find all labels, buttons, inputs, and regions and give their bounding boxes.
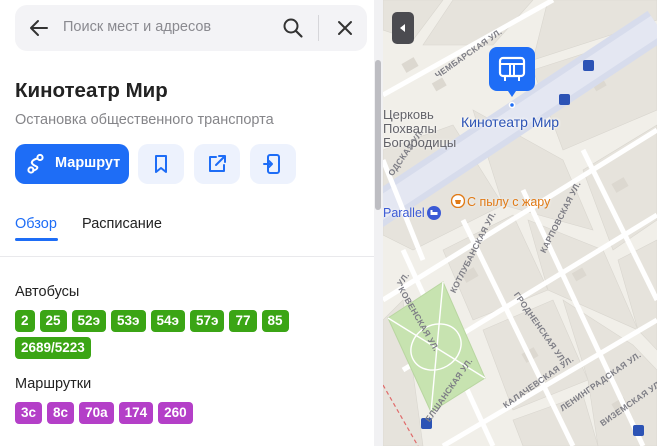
minibus-route-chip[interactable]: 70а [79,402,114,424]
search-bar[interactable]: Поиск мест и адресов [15,5,367,51]
share-icon [209,155,226,172]
place-panel: Поиск мест и адресов Кинотеатр Мир Остан… [0,0,383,446]
chevron-left-icon [400,24,405,32]
minibus-route-chip[interactable]: 260 [158,402,193,424]
hotel-label[interactable]: Parallel [383,206,425,220]
search-input[interactable]: Поиск мест и адресов [63,19,211,35]
stop-label[interactable]: Кинотеатр Мир [461,114,559,130]
place-title: Кинотеатр Мир [15,79,168,102]
search-icon[interactable] [281,16,305,40]
cafe-icon[interactable] [451,194,465,208]
collapse-panel-button[interactable] [392,12,414,44]
hotel-icon[interactable] [427,206,441,220]
panel-scrollbar-thumb[interactable] [375,60,381,210]
bus-route-chip[interactable]: 54э [150,310,185,332]
bookmark-button[interactable] [138,144,184,184]
place-subtitle: Остановка общественного транспорта [15,112,274,128]
minibus-route-chip[interactable]: 174 [118,402,154,424]
transit-stop-pin-icon[interactable] [489,47,535,109]
bus-route-chip[interactable]: 2689/5223 [15,337,91,359]
tab-schedule[interactable]: Расписание [82,216,162,232]
search-divider [318,15,319,41]
route-icon [27,153,44,174]
minibuses-label: Маршрутки [15,376,92,392]
bus-route-chip[interactable]: 52э [71,310,107,332]
route-button[interactable]: Маршрут [15,144,129,184]
active-tab-indicator [15,238,58,241]
bus-route-chip[interactable]: 25 [39,310,67,332]
tabs-divider [0,256,383,257]
bus-route-chip[interactable]: 77 [229,310,257,332]
buses-label: Автобусы [15,284,80,300]
church-label[interactable]: Церковь Похвалы Богородицы [383,108,463,150]
tab-overview[interactable]: Обзор [15,216,57,232]
minibus-routes-list: 3с 8с 70а 174 260 [15,402,315,424]
bookmark-icon [155,155,167,173]
bus-route-chip[interactable]: 57э [190,310,225,332]
send-to-phone-button[interactable] [250,144,296,184]
bus-routes-list: 2 25 52э 53э 54э 57э 77 85 2689/5223 [15,310,315,359]
back-arrow-icon[interactable] [27,16,51,40]
minibus-route-chip[interactable]: 8с [47,402,75,424]
bus-route-chip[interactable]: 85 [261,310,289,332]
close-icon[interactable] [333,16,357,40]
bus-route-chip[interactable]: 2 [15,310,35,332]
phone-icon [263,154,280,174]
route-button-label: Маршрут [55,155,121,171]
cafe-label[interactable]: С пылу с жару [467,195,550,209]
share-button[interactable] [194,144,240,184]
bus-route-chip[interactable]: 53э [111,310,146,332]
minibus-route-chip[interactable]: 3с [15,402,43,424]
map-view[interactable]: ЧЕМБАРСКАЯ УЛ. КОТЛУБАНСКАЯ УЛ. КАРПОВСК… [383,0,657,446]
